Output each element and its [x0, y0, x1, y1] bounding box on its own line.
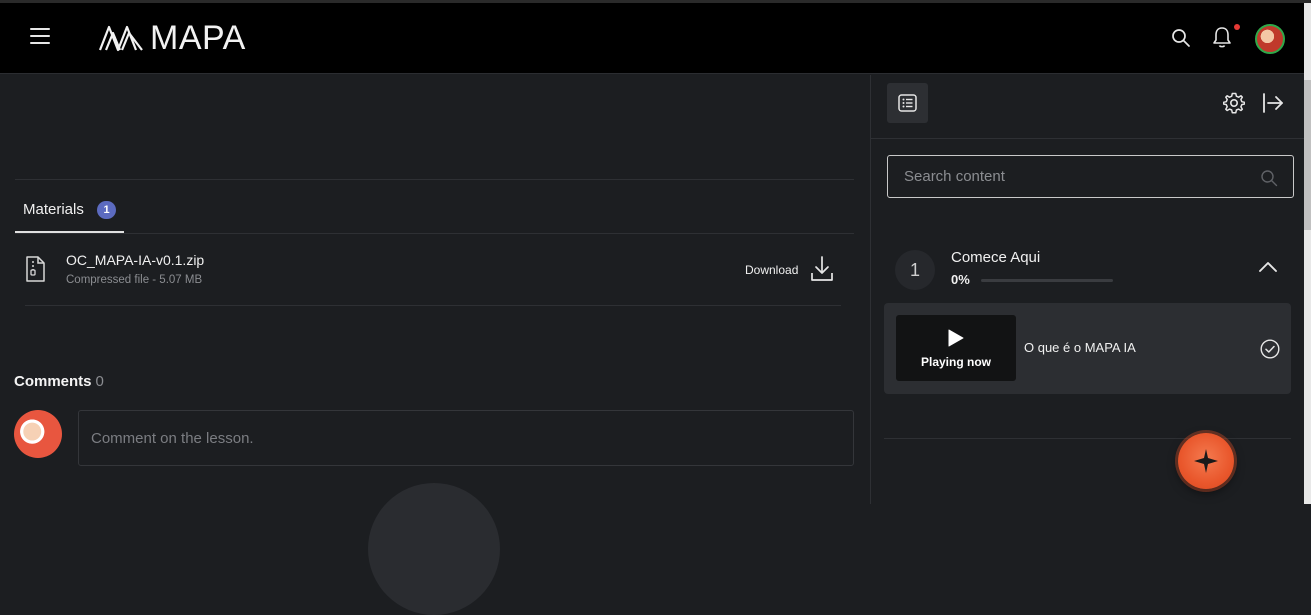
content-search-input[interactable] — [888, 156, 1293, 197]
module-progress-bar — [981, 279, 1113, 282]
materials-count-badge: 1 — [97, 201, 116, 219]
content-search-box[interactable] — [887, 155, 1294, 198]
hamburger-icon[interactable] — [30, 28, 50, 44]
search-icon[interactable] — [1171, 28, 1191, 48]
assistant-button[interactable] — [1178, 433, 1234, 489]
lesson-main: Materials 1 OC_MAPA-IA-v0.1.zip Compress… — [0, 75, 870, 615]
logo-text: MAPA — [150, 19, 246, 57]
user-avatar[interactable] — [1255, 24, 1285, 54]
file-name: OC_MAPA-IA-v0.1.zip — [66, 252, 205, 268]
module-progress-label: 0% — [951, 272, 970, 287]
material-file-row: OC_MAPA-IA-v0.1.zip Compressed file - 5.… — [25, 234, 841, 306]
divider — [15, 179, 854, 180]
playing-now-label: Playing now — [920, 355, 991, 369]
divider — [871, 138, 1305, 139]
comments-count: 0 — [95, 373, 104, 390]
lesson-title: O que é o MAPA IA — [1024, 340, 1136, 355]
top-header: MAPA — [0, 3, 1304, 74]
download-label: Download — [745, 263, 799, 277]
divider — [884, 438, 1291, 439]
tab-materials[interactable]: Materials 1 — [15, 181, 124, 233]
comments-title-text: Comments — [14, 373, 92, 390]
check-circle-icon[interactable] — [1260, 339, 1280, 359]
content-list-button[interactable] — [887, 83, 928, 123]
download-icon — [811, 256, 833, 281]
bell-icon[interactable] — [1211, 25, 1233, 49]
gear-icon[interactable] — [1223, 92, 1245, 114]
lesson-thumbnail: Playing now — [896, 315, 1016, 381]
comment-input-box[interactable] — [78, 410, 854, 466]
sparkle-icon — [1194, 449, 1218, 473]
comment-input[interactable] — [79, 411, 853, 465]
download-button[interactable]: Download — [743, 256, 835, 284]
module-title[interactable]: Comece Aqui — [951, 249, 1040, 266]
lesson-item[interactable]: Playing now O que é o MAPA IA — [884, 303, 1291, 394]
chevron-up-icon[interactable] — [1258, 260, 1278, 274]
tab-materials-label: Materials — [23, 201, 84, 218]
scrollbar-thumb[interactable] — [1304, 80, 1311, 230]
logo-mark-icon — [98, 25, 143, 52]
course-sidebar: 1 Comece Aqui 0% Playing now O que é o M… — [870, 75, 1305, 504]
module-number: 1 — [895, 250, 935, 290]
file-zip-icon — [26, 256, 45, 282]
list-icon — [898, 94, 917, 112]
exit-icon[interactable] — [1262, 93, 1284, 113]
brand-logo[interactable]: MAPA — [98, 19, 246, 57]
notification-dot — [1234, 24, 1240, 30]
comment-avatar — [14, 410, 62, 458]
play-icon — [948, 329, 964, 347]
search-icon — [1261, 170, 1278, 187]
scrollbar[interactable] — [1304, 3, 1311, 504]
file-meta: Compressed file - 5.07 MB — [66, 274, 203, 286]
comments-title: Comments 0 — [14, 373, 104, 390]
next-lesson-preview — [368, 483, 500, 615]
